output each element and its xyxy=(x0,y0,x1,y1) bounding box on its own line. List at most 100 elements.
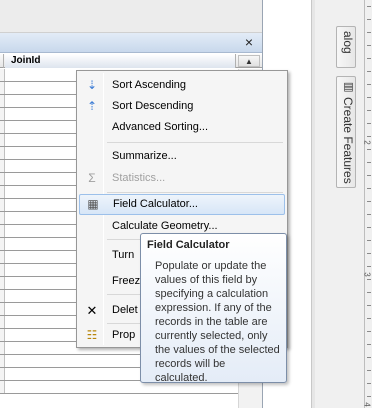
calculator-icon: ▦ xyxy=(87,197,99,211)
field-calculator-tooltip: Field Calculator Populate or update the … xyxy=(140,233,287,384)
ruler-tick xyxy=(367,305,371,306)
column-header-joinid[interactable]: JoinId xyxy=(5,54,236,68)
row-selector[interactable] xyxy=(0,108,5,120)
menu-item-label: Summarize... xyxy=(112,150,177,162)
ruler-tick xyxy=(367,357,371,358)
row-selector[interactable] xyxy=(0,303,5,315)
ruler-label: 2 xyxy=(362,140,372,145)
tab-catalog[interactable]: alog xyxy=(336,26,356,68)
row-selector[interactable] xyxy=(0,199,5,211)
ruler-tick xyxy=(367,149,371,150)
menu-item-label: Sort Ascending xyxy=(112,79,186,91)
ruler-tick xyxy=(367,253,371,254)
tab-catalog-label: alog xyxy=(341,31,355,54)
menu-item-sort-ascending[interactable]: ⇣ Sort Ascending xyxy=(79,75,285,96)
menu-item-sort-descending[interactable]: ⇡ Sort Descending xyxy=(79,96,285,117)
menu-item-label: Calculate Geometry... xyxy=(112,220,218,232)
menu-separator xyxy=(107,192,283,193)
ruler-label: 3 xyxy=(362,272,372,277)
row-selector[interactable] xyxy=(0,134,5,146)
ruler-tick xyxy=(367,214,371,215)
ruler-tick xyxy=(367,188,371,189)
row-selector[interactable] xyxy=(0,212,5,224)
ruler-tick xyxy=(367,266,371,267)
row-selector[interactable] xyxy=(0,251,5,263)
window-top-area xyxy=(0,0,263,33)
ruler-tick xyxy=(367,19,371,20)
ruler-tick xyxy=(367,123,371,124)
menu-item-label: Turn xyxy=(112,249,135,261)
ruler-tick xyxy=(367,383,371,384)
vertical-ruler: 2 3 4 xyxy=(362,0,372,408)
close-icon[interactable]: × xyxy=(242,35,256,49)
ruler-tick xyxy=(367,84,371,85)
ruler-tick xyxy=(367,292,371,293)
create-features-icon: ▤ xyxy=(342,80,354,93)
ruler-tick xyxy=(367,279,371,280)
ruler-tick xyxy=(367,45,371,46)
row-selector[interactable] xyxy=(0,368,5,380)
row-selector[interactable] xyxy=(0,329,5,341)
row-selector[interactable] xyxy=(0,225,5,237)
ruler-tick xyxy=(367,110,371,111)
tooltip-body: Populate or update the values of this fi… xyxy=(155,260,280,384)
row-selector[interactable] xyxy=(0,264,5,276)
row-selector[interactable] xyxy=(0,355,5,367)
row-selector[interactable] xyxy=(0,69,5,81)
scroll-up-button[interactable]: ▲ xyxy=(238,55,260,67)
delete-icon: ✕ xyxy=(86,303,98,318)
menu-item-advanced-sorting[interactable]: Advanced Sorting... xyxy=(79,117,285,138)
menu-item-label: Field Calculator... xyxy=(113,198,198,210)
ruler-tick xyxy=(367,227,371,228)
row-selector[interactable] xyxy=(0,277,5,289)
menu-item-label: Sort Descending xyxy=(112,100,194,112)
ruler-tick xyxy=(367,396,371,397)
sort-descending-icon: ⇡ xyxy=(86,99,98,113)
row-selector[interactable] xyxy=(0,147,5,159)
tab-create-features[interactable]: ▤ Create Features xyxy=(336,76,356,188)
menu-item-statistics: Σ Statistics... xyxy=(79,168,285,189)
ruler-tick xyxy=(367,344,371,345)
row-selector[interactable] xyxy=(0,173,5,185)
table-title-bar xyxy=(0,33,262,53)
ruler-tick xyxy=(367,331,371,332)
sigma-icon: Σ xyxy=(88,171,96,185)
ruler-tick xyxy=(367,97,371,98)
ruler-tick xyxy=(367,32,371,33)
row-selector-header[interactable] xyxy=(0,54,4,68)
properties-icon: ☷ xyxy=(86,328,98,342)
ruler-tick xyxy=(367,162,371,163)
ruler-tick xyxy=(367,370,371,371)
menu-item-label: Statistics... xyxy=(112,172,166,184)
ruler-tick xyxy=(367,71,371,72)
row-selector[interactable] xyxy=(0,95,5,107)
row-selector[interactable] xyxy=(0,381,5,393)
table-header-row: JoinId ▲ xyxy=(0,54,262,68)
ruler-label: 4 xyxy=(362,402,372,407)
row-selector[interactable] xyxy=(0,82,5,94)
row-selector[interactable] xyxy=(0,160,5,172)
row-selector[interactable] xyxy=(0,186,5,198)
menu-item-label: Delet xyxy=(112,304,138,316)
ruler-tick xyxy=(367,318,371,319)
map-edge xyxy=(312,0,315,408)
row-selector[interactable] xyxy=(0,290,5,302)
row-selector[interactable] xyxy=(0,238,5,250)
ruler-tick xyxy=(367,136,371,137)
sort-ascending-icon: ⇣ xyxy=(86,78,98,92)
menu-item-summarize[interactable]: Summarize... xyxy=(79,146,285,167)
ruler-tick xyxy=(367,201,371,202)
row-selector[interactable] xyxy=(0,316,5,328)
ruler-tick xyxy=(367,58,371,59)
menu-item-field-calculator[interactable]: ▦ Field Calculator... xyxy=(79,194,285,215)
menu-item-label: Freez xyxy=(112,275,141,287)
ruler-tick xyxy=(367,240,371,241)
menu-separator xyxy=(107,142,283,143)
ruler-tick xyxy=(367,175,371,176)
menu-item-label: Prop xyxy=(112,329,136,341)
tab-create-features-label: Create Features xyxy=(341,97,355,184)
row-selector[interactable] xyxy=(0,121,5,133)
menu-item-label: Advanced Sorting... xyxy=(112,121,209,133)
row-selector[interactable] xyxy=(0,342,5,354)
ruler-tick xyxy=(367,6,371,7)
